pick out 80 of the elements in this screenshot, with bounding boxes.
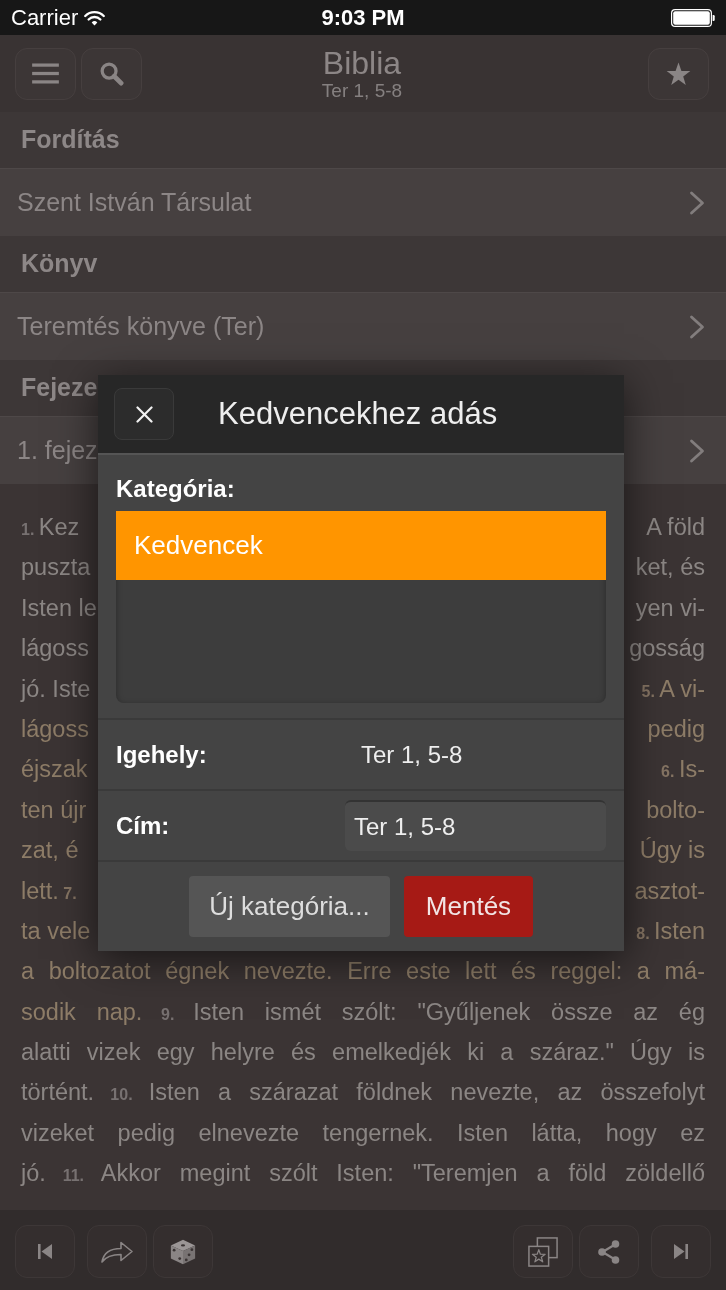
verse-text: zat, é bbox=[21, 837, 79, 864]
verse-text: Isten ismét szólt: "Gyűljenek össze az ég bbox=[193, 998, 705, 1025]
verse-text: Akkor megint szólt Isten: "Teremjen a föld zöldellő bbox=[100, 1160, 705, 1187]
title-input[interactable]: Ter 1, 5-8 bbox=[345, 800, 606, 851]
menu-button[interactable] bbox=[15, 47, 76, 100]
dice-button[interactable] bbox=[153, 1225, 213, 1278]
share-icon bbox=[598, 1239, 620, 1264]
verse-text: történt. bbox=[21, 1079, 95, 1106]
field-value: Ter 1, 5-8 bbox=[360, 739, 463, 770]
verse-text: Úgy is bbox=[639, 837, 705, 864]
dice-icon bbox=[169, 1237, 197, 1266]
verse-number: 11. bbox=[62, 1167, 84, 1185]
save-button[interactable]: Mentés bbox=[404, 876, 533, 937]
verse-text: gosság bbox=[629, 635, 705, 662]
verse-text: ten újr bbox=[21, 796, 87, 823]
row-label: 1. fejez bbox=[17, 434, 98, 466]
close-icon bbox=[135, 405, 153, 423]
verse-text: Kez bbox=[38, 514, 80, 540]
verse-number: 9. bbox=[161, 1005, 175, 1023]
verse-number: 8. bbox=[636, 924, 650, 942]
carrier-name: Carrier bbox=[11, 4, 79, 31]
search-button[interactable] bbox=[81, 47, 142, 100]
previous-chapter-button[interactable] bbox=[15, 1225, 75, 1278]
verse-text: lágoss bbox=[21, 715, 89, 742]
stacked-star-cards-icon bbox=[528, 1236, 558, 1267]
verse-number: 5. bbox=[641, 682, 655, 700]
share-button[interactable] bbox=[579, 1225, 639, 1278]
field-label: Cím: bbox=[116, 810, 171, 841]
verse-text: asztot- bbox=[634, 877, 705, 904]
selection-row[interactable]: Teremtés könyve (Ter) bbox=[0, 292, 726, 360]
verse-text: sodik nap. bbox=[21, 998, 143, 1025]
battery-icon bbox=[671, 8, 715, 27]
verse-text: yen vi- bbox=[635, 594, 705, 621]
verse-text: lett. bbox=[21, 877, 59, 904]
verse-text: puszta bbox=[21, 554, 91, 581]
verse-number: 6. bbox=[661, 763, 675, 781]
verse-text: jó. bbox=[21, 1160, 46, 1187]
favorites-button[interactable] bbox=[513, 1225, 573, 1278]
chevron-right-icon bbox=[689, 190, 705, 215]
verse-text: pedig bbox=[647, 715, 705, 742]
search-icon bbox=[99, 61, 124, 86]
next-chapter-button[interactable] bbox=[651, 1225, 711, 1278]
verse-text: lágoss bbox=[21, 635, 89, 662]
verse-text: Isten a szárazat földnek nevezte, az összefolyt bbox=[148, 1079, 705, 1106]
verse-text: vizeket pedig elnevezte tengernek. Isten látta, hogy ez bbox=[21, 1118, 705, 1148]
verse-text: ta vele bbox=[21, 917, 91, 944]
close-button[interactable] bbox=[114, 388, 174, 440]
star-icon bbox=[666, 61, 691, 86]
verse-number: 1. bbox=[21, 521, 35, 538]
selection-row[interactable]: Szent István Társulat bbox=[0, 168, 726, 236]
row-label: Szent István Társulat bbox=[17, 186, 252, 218]
verse-text: jó. Iste bbox=[21, 675, 91, 702]
row-label: Teremtés könyve (Ter) bbox=[17, 310, 265, 342]
skip-end-icon bbox=[674, 1244, 688, 1259]
verse-text: éjszak bbox=[21, 756, 88, 783]
clock: 9:03 PM bbox=[321, 4, 405, 31]
verse-text: A föld bbox=[646, 514, 705, 540]
verse-text: Is- bbox=[678, 756, 705, 783]
new-category-button[interactable]: Új kategória... bbox=[189, 876, 390, 937]
category-label: Kategória: bbox=[116, 475, 236, 503]
verse-text: A vi- bbox=[659, 675, 705, 702]
field-label: Igehely: bbox=[116, 739, 208, 770]
star-button[interactable] bbox=[648, 47, 709, 100]
skip-start-icon bbox=[38, 1244, 52, 1259]
verse-number: 7. bbox=[63, 884, 77, 902]
verse-text: alatti vizek egy helyre és emelkedjék ki a száraz." Úgy is bbox=[21, 1038, 705, 1068]
nav-title: Biblia bbox=[322, 46, 402, 80]
verse-number: 10. bbox=[110, 1086, 133, 1104]
verse-text: a boltozatot égnek nevezte. Erre este lett és reggel: a má- bbox=[21, 957, 705, 987]
forward-button[interactable] bbox=[87, 1225, 147, 1278]
wifi-icon bbox=[84, 9, 106, 26]
verse-text: bolto- bbox=[646, 796, 705, 823]
nav-subtitle: Ter 1, 5-8 bbox=[321, 80, 403, 101]
chevron-right-icon bbox=[689, 438, 705, 463]
menu-icon bbox=[32, 63, 59, 84]
verse-text: Isten le bbox=[21, 594, 97, 621]
curved-arrow-icon bbox=[100, 1239, 134, 1264]
chevron-right-icon bbox=[689, 314, 705, 339]
verse-text: ket, és bbox=[635, 554, 705, 581]
verse-text: Isten bbox=[654, 917, 705, 944]
